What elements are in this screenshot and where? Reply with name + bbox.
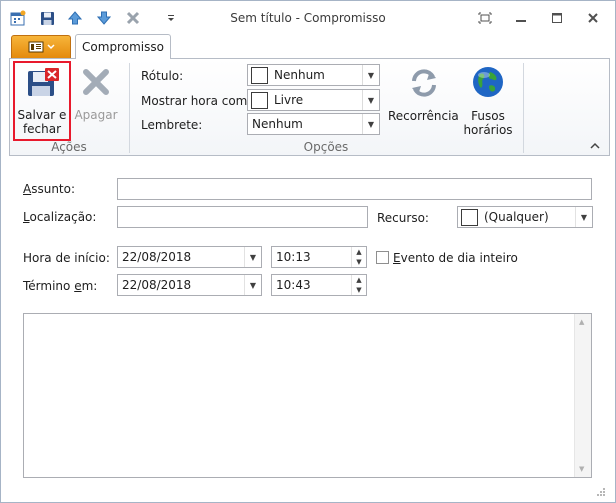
assunto-label: Assunto:	[23, 182, 76, 196]
scroll-up-icon[interactable]: ▲	[579, 318, 584, 326]
fusos-label-line2: horários	[463, 123, 513, 137]
mostrar-color-swatch	[251, 91, 268, 109]
rotulo-value: Nenhum	[274, 68, 325, 82]
dia-inteiro-checkbox[interactable]	[376, 251, 389, 264]
chevron-down-icon: ▼	[362, 114, 379, 134]
notes-scrollbar[interactable]: ▲ ▼	[574, 314, 591, 477]
mostrar-hora-dropdown[interactable]: Livre ▼	[247, 89, 380, 111]
lembrete-dropdown[interactable]: Nenhum ▼	[247, 113, 380, 135]
delete-label: Apagar	[74, 108, 118, 122]
ribbon-tab-row: Compromisso	[1, 34, 615, 59]
group-separator	[523, 63, 524, 153]
time-spin-buttons[interactable]: ▲ ▼	[351, 247, 366, 267]
globe-icon	[472, 66, 504, 101]
spin-down-icon: ▼	[356, 258, 362, 266]
file-menu-icon	[28, 41, 43, 53]
inicio-time-value: 10:13	[276, 250, 311, 264]
termino-time-value: 10:43	[276, 278, 311, 292]
chevron-down-icon	[46, 44, 55, 50]
assunto-input[interactable]	[117, 178, 592, 200]
lembrete-value: Nenhum	[252, 117, 303, 131]
lembrete-label: Lembrete:	[141, 118, 203, 132]
title-bar: Sem título - Compromisso	[1, 1, 615, 34]
spin-up-icon: ▲	[356, 276, 362, 284]
fusos-horarios-button[interactable]: Fusos horários	[462, 61, 514, 139]
time-spin-buttons[interactable]: ▲ ▼	[351, 275, 366, 295]
inicio-date-value: 22/08/2018	[122, 250, 192, 264]
delete-button[interactable]: Apagar	[74, 61, 118, 141]
termino-date-value: 22/08/2018	[122, 278, 192, 292]
chevron-down-icon: ▼	[575, 207, 592, 227]
recurso-value: (Qualquer)	[484, 210, 549, 224]
recurso-color-swatch	[461, 209, 478, 226]
resize-grip[interactable]	[596, 486, 606, 496]
recurrence-icon	[408, 67, 440, 102]
fusos-label-line1: Fusos	[471, 109, 505, 123]
chevron-down-icon: ▼	[244, 247, 261, 267]
file-tab[interactable]	[11, 35, 71, 58]
opcoes-group-label: Opções	[303, 140, 349, 154]
recorrencia-button[interactable]: Recorrência	[388, 61, 459, 139]
save-close-icon	[27, 68, 59, 101]
rotulo-dropdown[interactable]: Nenhum ▼	[247, 64, 380, 86]
rotulo-label: Rótulo:	[141, 69, 184, 83]
collapse-ribbon-button[interactable]	[588, 139, 602, 151]
termino-date-picker[interactable]: 22/08/2018 ▼	[117, 274, 262, 296]
save-close-label-line2: fechar	[22, 122, 62, 136]
spin-up-icon: ▲	[356, 248, 362, 256]
recorrencia-label: Recorrência	[388, 109, 459, 123]
save-close-label-line1: Salvar e	[17, 108, 67, 122]
termino-time-spinner[interactable]: 10:43 ▲ ▼	[271, 274, 367, 296]
save-and-close-button[interactable]: Salvar e fechar	[13, 61, 71, 141]
ribbon: Salvar e fechar Apagar Ações Rótulo: Mos…	[9, 58, 610, 156]
hora-inicio-label: Hora de início:	[23, 251, 110, 265]
maximize-button[interactable]	[545, 8, 569, 28]
notes-textarea[interactable]: ▲ ▼	[23, 313, 592, 478]
chevron-down-icon: ▼	[362, 65, 379, 85]
rotulo-color-swatch	[251, 66, 268, 84]
minimize-button[interactable]	[509, 8, 533, 28]
tab-compromisso[interactable]: Compromisso	[75, 34, 171, 59]
mostrar-hora-label: Mostrar hora como:	[141, 94, 259, 108]
termino-label: Término em:	[23, 279, 98, 293]
dia-inteiro-label: Evento de dia inteiro	[393, 251, 518, 265]
chevron-down-icon: ▼	[244, 275, 261, 295]
acoes-group-label: Ações	[51, 140, 87, 154]
recurso-label: Recurso:	[377, 211, 429, 225]
inicio-time-spinner[interactable]: 10:13 ▲ ▼	[271, 246, 367, 268]
localizacao-label: Localização:	[23, 210, 97, 224]
spin-down-icon: ▼	[356, 286, 362, 294]
delete-x-icon	[82, 68, 110, 99]
scroll-down-icon[interactable]: ▼	[579, 465, 584, 473]
close-window-button[interactable]	[581, 8, 605, 28]
mostrar-hora-value: Livre	[274, 93, 304, 107]
ribbon-display-options-button[interactable]	[473, 8, 497, 28]
localizacao-input[interactable]	[117, 206, 368, 228]
recurso-dropdown[interactable]: (Qualquer) ▼	[457, 206, 593, 228]
chevron-down-icon: ▼	[362, 90, 379, 110]
inicio-date-picker[interactable]: 22/08/2018 ▼	[117, 246, 262, 268]
chevron-up-icon	[590, 142, 600, 149]
